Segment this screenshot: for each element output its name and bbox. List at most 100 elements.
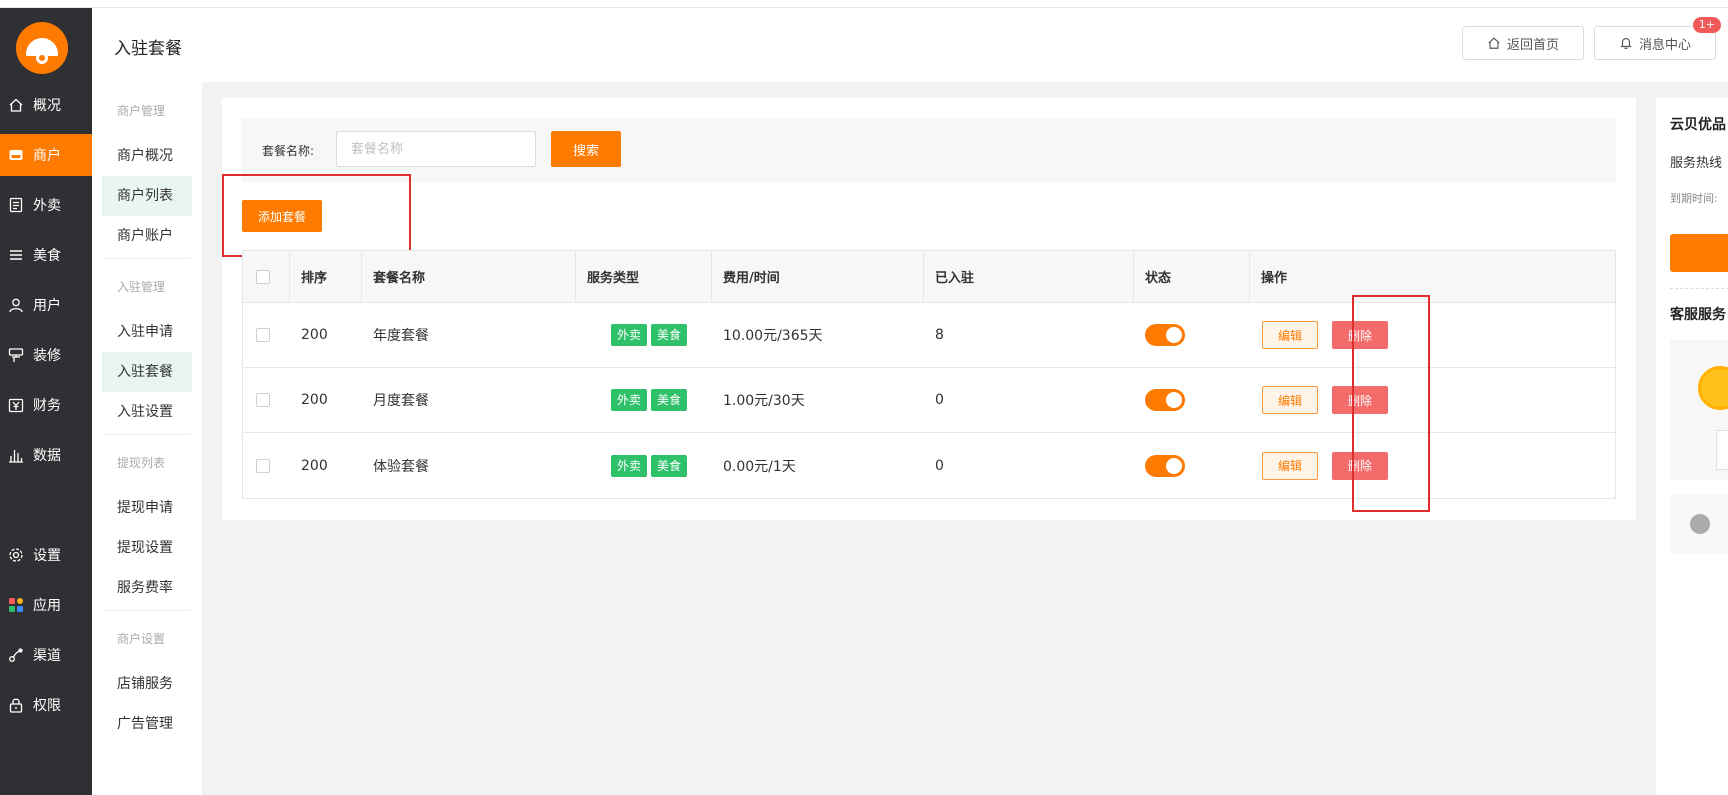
store-icon	[8, 147, 24, 163]
service-tag: 外卖	[611, 454, 648, 477]
subnav-item-merchant-list[interactable]: 商户列表	[102, 176, 192, 216]
subnav-group-title: 商户设置	[117, 632, 166, 646]
add-package-button[interactable]: 添加套餐	[242, 200, 322, 232]
support-avatar-icon	[1698, 366, 1728, 410]
column-header-status: 状态	[1145, 271, 1172, 286]
fee-duration: 0.00元/1天	[723, 458, 796, 475]
actions-cell: 编辑 删除	[1262, 433, 1388, 498]
subnav-divider	[104, 610, 190, 611]
search-bar: 套餐名称: 搜索	[242, 118, 1616, 182]
nav-item-label: 商户	[33, 148, 61, 164]
right-info-panel: 云贝优品 服务热线 到期时间: 客服服务	[1656, 98, 1728, 795]
back-home-button[interactable]: 返回首页	[1462, 26, 1584, 60]
row-select-cell	[256, 303, 270, 367]
service-tag: 美食	[651, 389, 688, 411]
nav-item-settings[interactable]: 设置	[0, 534, 92, 576]
gear-icon	[8, 547, 24, 563]
message-badge: 1+	[1692, 17, 1721, 33]
subnav-group-title: 提现列表	[117, 456, 166, 470]
column-separator	[1133, 251, 1134, 302]
column-separator	[923, 251, 924, 302]
nav-item-decorate[interactable]: 装修	[0, 334, 92, 376]
search-button[interactable]: 搜索	[551, 131, 621, 167]
subnav-item-ad-management[interactable]: 广告管理	[102, 704, 192, 744]
status-toggle[interactable]	[1145, 324, 1185, 346]
customer-service-box	[1670, 340, 1728, 480]
edit-button[interactable]: 编辑	[1262, 451, 1318, 480]
company-title: 云贝优品	[1670, 117, 1726, 133]
service-tag: 外卖	[611, 389, 648, 411]
logo-dot	[36, 52, 48, 64]
renew-button[interactable]	[1670, 234, 1728, 272]
bell-icon	[1620, 38, 1632, 50]
subnav-divider	[104, 434, 190, 435]
app-logo[interactable]	[16, 22, 68, 74]
channel-icon	[8, 647, 24, 663]
document-icon	[8, 197, 24, 213]
qr-code-frame	[1716, 430, 1728, 470]
subnav-item-join-package[interactable]: 入驻套餐	[102, 352, 192, 392]
row-checkbox[interactable]	[256, 393, 270, 407]
subnav-item-withdraw-apply[interactable]: 提现申请	[102, 488, 192, 528]
column-header-service-type: 服务类型	[587, 271, 640, 286]
subnav-item-merchant-account[interactable]: 商户账户	[102, 216, 192, 256]
column-separator	[361, 251, 362, 302]
nav-item-merchant[interactable]: 商户	[0, 134, 92, 176]
subnav-item-join-settings[interactable]: 入驻设置	[102, 392, 192, 432]
bar-chart-icon	[8, 447, 24, 463]
nav-item-finance[interactable]: 财务	[0, 384, 92, 426]
customer-service-title: 客服服务	[1670, 307, 1726, 323]
table-row: 200 月度套餐 外卖 美食 1.00元/30天 0 编辑 删除	[243, 368, 1615, 433]
nav-item-apps[interactable]: 应用	[0, 584, 92, 626]
edit-button[interactable]: 编辑	[1262, 386, 1318, 414]
status-cell	[1145, 433, 1185, 498]
delete-button[interactable]: 删除	[1332, 321, 1388, 349]
nav-item-user[interactable]: 用户	[0, 284, 92, 326]
actions-cell: 编辑 删除	[1262, 368, 1388, 432]
column-header-fee: 费用/时间	[723, 271, 780, 286]
nav-item-food[interactable]: 美食	[0, 234, 92, 276]
nav-item-takeout[interactable]: 外卖	[0, 184, 92, 226]
subnav-item-merchant-overview[interactable]: 商户概况	[102, 136, 192, 176]
nav-item-label: 数据	[33, 448, 61, 464]
service-type-tags: 外卖 美食	[611, 368, 691, 432]
column-separator	[1249, 251, 1250, 302]
phone-icon	[1690, 514, 1710, 534]
table-row: 200 年度套餐 外卖 美食 10.00元/365天 8 编辑 删除	[243, 303, 1615, 368]
joined-count: 0	[935, 457, 944, 474]
nav-item-overview[interactable]: 概况	[0, 84, 92, 126]
status-toggle[interactable]	[1145, 454, 1185, 477]
select-all-cell	[256, 251, 270, 302]
column-header-name: 套餐名称	[373, 271, 426, 286]
subnav-item-withdraw-settings[interactable]: 提现设置	[102, 528, 192, 568]
status-cell	[1145, 303, 1185, 367]
package-name: 体验套餐	[373, 458, 429, 475]
subnav-item-join-apply[interactable]: 入驻申请	[102, 312, 192, 352]
package-name-search-input[interactable]	[336, 131, 536, 167]
select-all-checkbox[interactable]	[256, 269, 270, 284]
status-cell	[1145, 368, 1185, 432]
subnav-item-service-rate[interactable]: 服务费率	[102, 568, 192, 608]
search-label: 套餐名称:	[262, 144, 315, 158]
row-checkbox[interactable]	[256, 328, 270, 342]
subnav-item-shop-service[interactable]: 店铺服务	[102, 664, 192, 704]
joined-count: 0	[935, 392, 944, 408]
nav-item-data[interactable]: 数据	[0, 434, 92, 476]
status-toggle[interactable]	[1145, 389, 1185, 411]
table-row: 200 体验套餐 外卖 美食 0.00元/1天 0 编辑 删除	[243, 433, 1615, 498]
page-title: 入驻套餐	[114, 39, 182, 59]
column-header-actions: 操作	[1261, 271, 1288, 286]
joined-count: 8	[935, 327, 944, 343]
nav-item-channel[interactable]: 渠道	[0, 634, 92, 676]
delete-button[interactable]: 删除	[1332, 451, 1388, 480]
service-tag: 美食	[651, 454, 688, 477]
browser-top-strip	[0, 0, 1728, 8]
nav-item-label: 渠道	[33, 648, 61, 664]
nav-item-permission[interactable]: 权限	[0, 684, 92, 726]
delete-button[interactable]: 删除	[1332, 386, 1388, 414]
edit-button[interactable]: 编辑	[1262, 321, 1318, 349]
page-header: 入驻套餐 返回首页 消息中心 1+	[92, 8, 1728, 82]
yuan-icon	[8, 397, 24, 413]
message-center-button[interactable]: 消息中心 1+	[1594, 17, 1721, 60]
row-checkbox[interactable]	[256, 458, 270, 473]
